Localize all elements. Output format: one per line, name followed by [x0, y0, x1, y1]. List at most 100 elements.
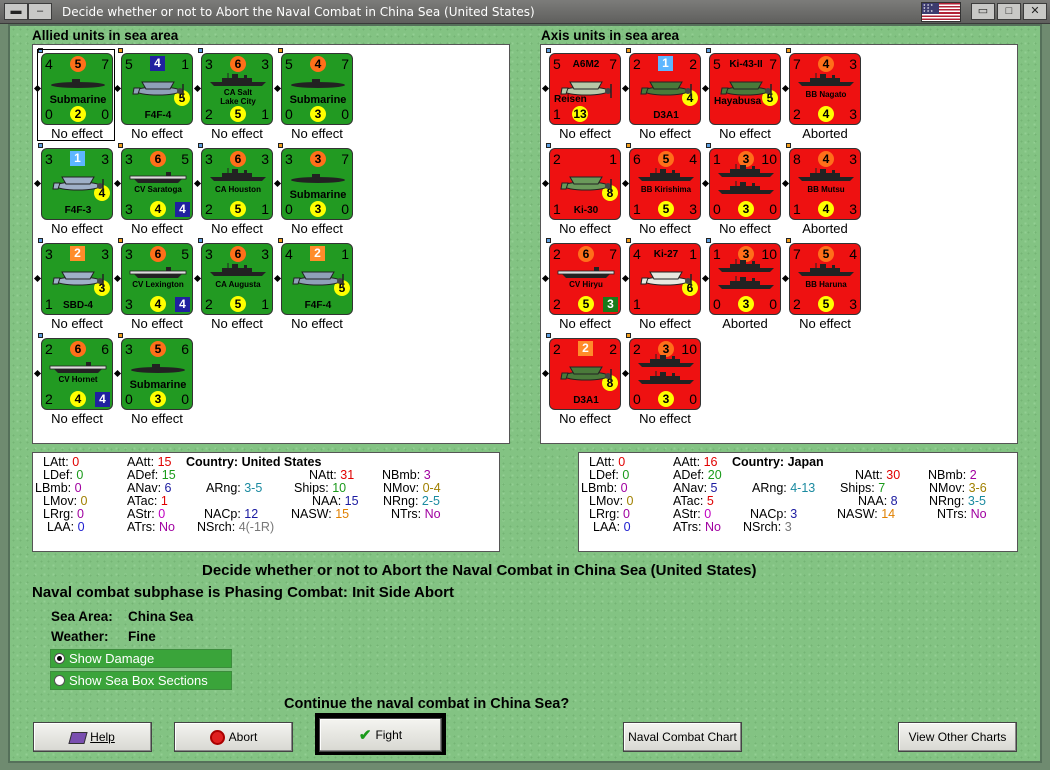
status-pip — [273, 84, 282, 93]
bottom-border — [0, 763, 1050, 770]
aircraft-icon — [638, 78, 694, 107]
unit-name: Ki-30 — [573, 205, 599, 216]
axis-unit-counter[interactable]: 5 7 5 Ki-43-II Hayabusa — [701, 48, 781, 125]
allied-unit-counter[interactable]: 3 3 1 4 F4F-3 — [33, 143, 113, 220]
unit-name: Ki-43-II — [729, 59, 763, 70]
attack-value: 3 — [205, 56, 213, 72]
stat-value: 15 — [161, 468, 176, 482]
ldef-stat: LDef: 0 — [43, 468, 83, 482]
axis-unit-counter[interactable]: 2 7 2 3 6 5 CV Hiryu — [541, 238, 621, 315]
stat-value: 0-4 — [422, 481, 441, 495]
axis-unit-counter[interactable]: 7 4 2 3 5 5 BB Haruna — [781, 238, 861, 315]
axis-unit-counter[interactable]: 8 3 1 3 4 4 BB Mutsu — [781, 143, 861, 220]
axis-unit-counter[interactable]: 4 1 1 6 Ki-27 — [621, 238, 701, 315]
range-value: 2 — [45, 391, 53, 407]
allied-unit-counter[interactable]: 4 1 2 5 F4F-4 — [273, 238, 353, 315]
stat-value: 16 — [703, 455, 718, 469]
stat-label: LBmb: — [581, 481, 621, 495]
attack-value: 2 — [553, 341, 561, 357]
submarine-icon — [288, 171, 348, 189]
allied-unit-counter[interactable]: 3 3 2 1 6 5 CA Augusta — [193, 238, 273, 315]
status-pip — [546, 48, 551, 53]
status-pip — [193, 274, 202, 283]
status-pip — [786, 48, 791, 53]
unit-subname: Hayabusa — [714, 96, 762, 107]
window-menu-icon[interactable]: ▬ — [4, 3, 28, 20]
show-damage-radio[interactable]: Show Damage — [50, 649, 232, 668]
unit-name: A6M2 — [572, 59, 600, 70]
status-pip — [198, 48, 203, 53]
status-pip — [541, 369, 550, 378]
naval-combat-chart-button[interactable]: Naval Combat Chart — [623, 722, 742, 752]
abort-button[interactable]: Abort — [174, 722, 293, 752]
allied-unit-counter[interactable]: 2 6 2 4 6 4 CV Hornet — [33, 333, 113, 410]
axis-unit-counter[interactable]: 5 7 1 13 A6M2 Reisen — [541, 48, 621, 125]
lmov-stat: LMov: 0 — [589, 494, 633, 508]
minimize-icon[interactable]: – — [28, 3, 52, 20]
allied-unit-counter[interactable]: 5 1 4 5 F4F-4 — [113, 48, 193, 125]
axis-unit-counter[interactable]: 2 2 2 8 D3A1 — [541, 333, 621, 410]
attack-value: 7 — [793, 246, 801, 262]
range-value: 3 — [125, 296, 133, 312]
status-pip — [33, 369, 42, 378]
axis-unit-counter[interactable]: 1 10 0 0 3 3 — [701, 143, 781, 220]
allied-unit-counter[interactable]: 3 3 2 1 6 5 CA Salt Lake City — [193, 48, 273, 125]
axis-unit-counter[interactable]: 1 10 0 0 3 3 — [701, 238, 781, 315]
axis-unit-counter[interactable]: 2 10 0 0 3 3 — [621, 333, 701, 410]
lrrg-stat: LRrg: 0 — [589, 507, 630, 521]
stat-label: NSrch: — [743, 520, 785, 534]
view-other-charts-button[interactable]: View Other Charts — [898, 722, 1017, 752]
range-value: 2 — [205, 201, 213, 217]
range-value: 0 — [713, 296, 721, 312]
status-pip — [706, 143, 711, 148]
stat-label: ATrs: — [673, 520, 705, 534]
status-pip — [118, 48, 123, 53]
astr-stat: AStr: 0 — [127, 507, 165, 521]
radio-checked-icon — [54, 653, 65, 664]
stat-label: LRrg: — [589, 507, 624, 521]
unit-name: F4F-3 — [64, 205, 92, 216]
factor-circle: 5 — [658, 201, 674, 217]
movement-value: 0 — [689, 391, 697, 407]
axis-unit-counter[interactable]: 7 3 2 3 4 4 BB Nagato — [781, 48, 861, 125]
attack-value: 3 — [285, 151, 293, 167]
movement-value: 3 — [689, 201, 697, 217]
movement-value: 3 — [849, 296, 857, 312]
aircraft-icon — [50, 173, 106, 202]
unit-name: BB Mutsu — [807, 185, 845, 194]
allied-unit-counter[interactable]: 3 6 0 0 5 3 Submarine — [113, 333, 193, 410]
allied-unit-counter[interactable]: 3 3 2 1 6 5 CA Houston — [193, 143, 273, 220]
stat-value: No — [704, 520, 721, 534]
stat-label: AAtt: — [673, 455, 704, 469]
allied-unit-counter[interactable]: 3 3 1 2 3 SBD-4 — [33, 238, 113, 315]
restore-icon[interactable]: ▭ — [971, 3, 995, 20]
status-pip — [701, 179, 710, 188]
help-button[interactable]: Help — [33, 722, 152, 752]
stat-value: 0 — [704, 507, 712, 521]
laa-stat: LAA: 0 — [593, 520, 631, 534]
attack-value: 2 — [553, 151, 561, 167]
factor-circle: 3 — [738, 201, 754, 217]
weather-value: Fine — [128, 629, 156, 644]
stat-label: NBmb: — [382, 468, 424, 482]
show-sea-box-radio[interactable]: Show Sea Box Sections — [50, 671, 232, 690]
allied-unit-counter[interactable]: 5 7 0 0 4 3 Submarine — [273, 48, 353, 125]
fight-button[interactable]: ✔ Fight — [319, 718, 442, 752]
stat-value: 8 — [890, 494, 898, 508]
stat-label: ARng: — [752, 481, 791, 495]
allied-unit-counter[interactable]: 3 5 3 4 6 4 CV Saratoga — [113, 143, 193, 220]
defense-value: 3 — [101, 151, 109, 167]
factor-circle: 3 — [658, 391, 674, 407]
axis-unit-counter[interactable]: 2 2 1 4 D3A1 — [621, 48, 701, 125]
range-value: 0 — [633, 391, 641, 407]
status-pip — [278, 238, 283, 243]
allied-unit-counter[interactable]: 3 7 0 0 3 3 Submarine — [273, 143, 353, 220]
unit-effect-text: No effect — [559, 411, 611, 426]
close-icon[interactable]: ✕ — [1023, 3, 1047, 20]
axis-unit-counter[interactable]: 6 4 1 3 5 5 BB Kirishima — [621, 143, 701, 220]
allied-unit-counter[interactable]: 3 5 3 4 6 4 CV Lexington — [113, 238, 193, 315]
axis-unit-counter[interactable]: 2 1 1 8 Ki-30 — [541, 143, 621, 220]
stat-value: 2-5 — [421, 494, 440, 508]
unit-effect-text: Aborted — [802, 126, 848, 141]
maximize-icon[interactable]: □ — [997, 3, 1021, 20]
